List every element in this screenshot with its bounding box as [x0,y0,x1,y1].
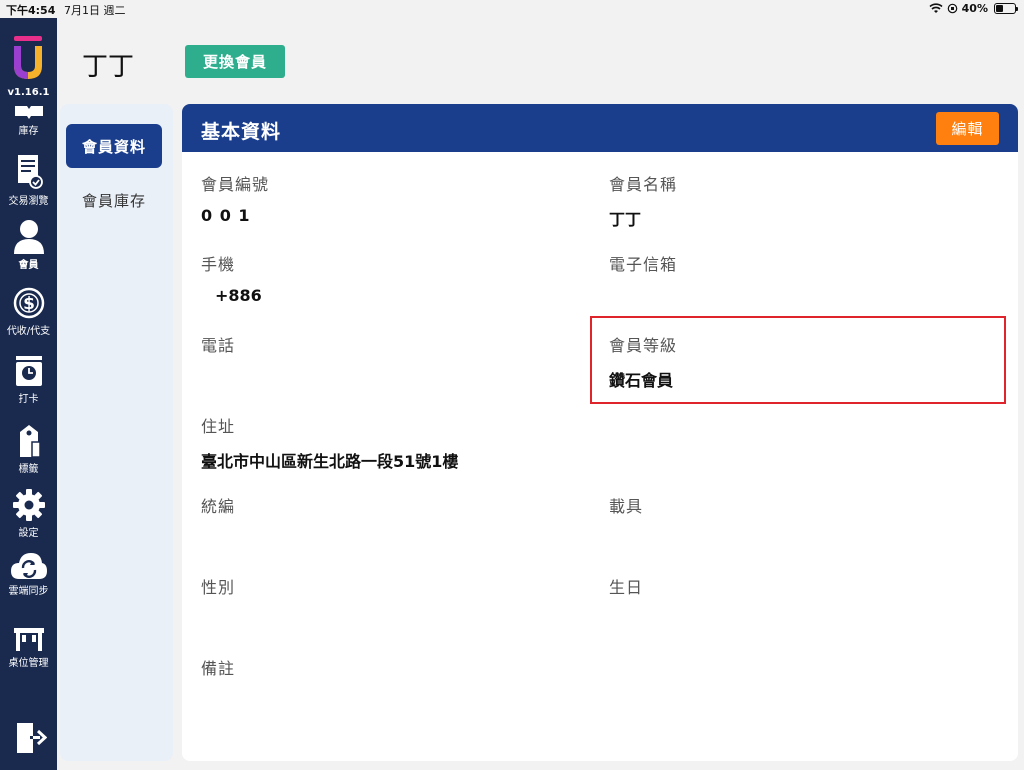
address-label: 住址 [201,417,236,436]
battery-fill [996,5,1003,12]
email-label: 電子信箱 [609,255,678,274]
nav-label-inventory: 庫存 [18,126,39,137]
logout-icon [16,723,47,753]
dollar-icon: $ [13,287,44,319]
nav-item-settings[interactable]: 設定 [0,488,57,539]
nav-label-table-management: 桌位管理 [8,658,49,669]
edit-button[interactable]: 編輯 [936,112,999,145]
nav-item-member[interactable]: 會員 [0,218,57,271]
nav-label-clock-in: 打卡 [18,394,39,405]
nav-label-settings: 設定 [18,528,39,539]
nav-label-member: 會員 [18,260,39,271]
card-header: 基本資料 編輯 [182,104,1018,152]
nav-label-transactions: 交易瀏覽 [8,196,49,207]
svg-text:$: $ [23,294,35,314]
app-version: v1.16.1 [7,87,50,98]
nav-label-cloud-sync: 雲端同步 [8,586,49,597]
address-value: 臺北市中山區新生北路一段51號1樓 [201,452,459,471]
gear-icon [12,489,45,521]
phone-label: 電話 [201,336,236,355]
tax-id-label: 統編 [201,497,236,516]
member-name-value: 丁丁 [609,210,642,229]
switch-member-button[interactable]: 更換會員 [185,45,285,78]
clock-in-icon [15,356,42,386]
member-level-highlight [590,316,1006,404]
nav-label-collect-pay: 代收/代支 [6,326,51,337]
page-title: 丁丁 [82,52,135,82]
basic-info-card: 基本資料 編輯 會員編號 0 0 1 會員名稱 丁丁 手機 +886 電子信箱 … [182,104,1018,761]
nav-item-inventory[interactable]: 庫存 [0,106,57,137]
note-label: 備註 [201,659,236,678]
mobile-value: +886 [215,286,262,305]
nav-item-clock-in[interactable]: 打卡 [0,354,57,405]
tab-member-info[interactable]: 會員資料 [66,124,162,168]
carrier-label: 載具 [609,497,644,516]
battery-percent: 40% [961,2,988,15]
nav-item-table-management[interactable]: 桌位管理 [0,626,57,669]
member-sub-nav: 會員資料 會員庫存 [60,104,173,761]
tab-member-inventory[interactable]: 會員庫存 [66,178,162,222]
wifi-icon [929,3,943,13]
app-logo [14,36,42,79]
birthday-label: 生日 [609,578,644,597]
status-right: 40% [929,2,1018,15]
mobile-label: 手機 [201,255,236,274]
member-name-label: 會員名稱 [609,175,678,194]
battery-icon [994,3,1018,14]
orientation-lock-icon [947,3,957,14]
cloud-sync-icon [10,553,47,579]
status-bar: 下午4:54 7月1日 週二 40% [0,0,1024,18]
nav-item-label[interactable]: 標籤 [0,424,57,475]
label-icon [19,425,41,458]
nav-label-label: 標籤 [18,464,39,475]
table-icon [13,628,44,651]
nav-item-collect-pay[interactable]: $ 代收/代支 [0,286,57,337]
logout-button[interactable] [0,720,57,758]
nav-item-cloud-sync[interactable]: 雲端同步 [0,550,57,597]
status-time: 下午4:54 [6,4,56,17]
inventory-icon [14,106,43,119]
member-id-label: 會員編號 [201,175,270,194]
member-id-value: 0 0 1 [201,206,251,225]
nav-item-transactions[interactable]: 交易瀏覽 [0,154,57,207]
member-icon [13,220,44,254]
left-nav: v1.16.1 庫存 交易瀏覽 會員 $ 代收/代支 打卡 標籤 設定 雲端同步… [0,18,57,770]
transactions-icon [17,155,43,189]
status-date: 7月1日 週二 [64,4,126,17]
gender-label: 性別 [201,578,236,597]
card-title: 基本資料 [201,121,282,143]
